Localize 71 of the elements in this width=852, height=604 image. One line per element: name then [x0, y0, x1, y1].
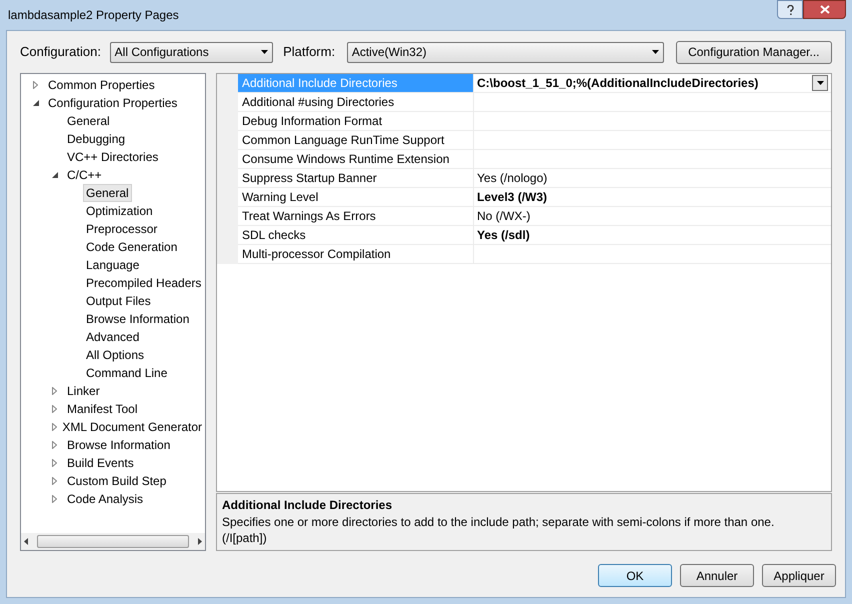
- collapsed-arrow-icon[interactable]: [52, 459, 57, 467]
- property-name[interactable]: Consume Windows Runtime Extension: [238, 150, 474, 168]
- dialog-button[interactable]: Annuler: [680, 564, 754, 587]
- tree-item[interactable]: XML Document Generator: [59, 418, 205, 436]
- expanded-arrow-icon[interactable]: [52, 172, 58, 178]
- tree-item[interactable]: Browse Information: [83, 310, 192, 328]
- tree-item[interactable]: Linker: [64, 382, 103, 400]
- tree-item[interactable]: VC++ Directories: [64, 148, 162, 166]
- platform-label: Platform:: [283, 43, 336, 62]
- property-value[interactable]: Yes (/sdl): [477, 226, 530, 244]
- tree-item[interactable]: Browse Information: [64, 436, 174, 454]
- tree-item[interactable]: Precompiled Headers: [83, 274, 204, 292]
- tree-item[interactable]: Command Line: [83, 364, 170, 382]
- collapsed-arrow-icon[interactable]: [52, 387, 57, 395]
- tree-item[interactable]: Language: [83, 256, 142, 274]
- configuration-manager-button[interactable]: Configuration Manager...: [676, 40, 832, 64]
- caret-icon: [261, 50, 268, 54]
- tree-item[interactable]: Code Generation: [83, 238, 180, 256]
- close-button[interactable]: [803, 0, 846, 19]
- tree-item[interactable]: Code Analysis: [64, 490, 146, 508]
- property-name[interactable]: Treat Warnings As Errors: [238, 207, 474, 225]
- configuration-label: Configuration:: [20, 43, 102, 62]
- platform-dropdown[interactable]: Active(Win32): [346, 42, 664, 62]
- collapsed-arrow-icon[interactable]: [52, 423, 57, 431]
- property-value[interactable]: Yes (/nologo): [477, 169, 548, 187]
- description-text: Specifies one or more directories to add to the include path; separate with semi-colons if more than one. (/I[path]): [222, 514, 776, 546]
- tree-item[interactable]: Output Files: [83, 292, 154, 310]
- dialog-button[interactable]: OK: [598, 564, 672, 587]
- tree-item[interactable]: General: [64, 112, 113, 130]
- tree-item[interactable]: Preprocessor: [83, 220, 160, 238]
- configuration-dropdown[interactable]: All Configurations: [110, 42, 274, 62]
- property-name[interactable]: Warning Level: [238, 188, 474, 206]
- help-button[interactable]: [777, 0, 803, 19]
- property-name[interactable]: Additional #using Directories: [238, 93, 474, 111]
- caret-icon: [652, 50, 659, 54]
- tree-item[interactable]: Manifest Tool: [64, 400, 140, 418]
- caret-icon: [816, 81, 824, 85]
- property-name[interactable]: Common Language RunTime Support: [238, 131, 474, 149]
- description-title: Additional Include Directories: [222, 497, 394, 514]
- tree-item[interactable]: C/C++: [64, 166, 105, 184]
- scroll-left-icon[interactable]: [24, 538, 28, 545]
- tree-item[interactable]: All Options: [83, 346, 148, 364]
- tree-item[interactable]: Common Properties: [45, 76, 158, 94]
- property-name[interactable]: SDL checks: [238, 226, 474, 244]
- collapsed-arrow-icon[interactable]: [33, 81, 38, 89]
- property-name[interactable]: Debug Information Format: [238, 112, 474, 130]
- collapsed-arrow-icon[interactable]: [52, 441, 57, 449]
- property-value[interactable]: Level3 (/W3): [477, 188, 548, 206]
- expanded-arrow-icon[interactable]: [33, 100, 39, 106]
- horizontal-scrollbar[interactable]: [21, 533, 205, 550]
- collapsed-arrow-icon[interactable]: [52, 405, 57, 413]
- collapsed-arrow-icon[interactable]: [52, 495, 57, 503]
- window-title: lambdasample2 Property Pages: [7, 7, 179, 24]
- question-mark-icon: [786, 4, 794, 14]
- tree-item[interactable]: Configuration Properties: [45, 94, 180, 112]
- property-value[interactable]: No (/WX-): [477, 207, 530, 225]
- tree-item[interactable]: Debugging: [64, 130, 128, 148]
- tree-item[interactable]: General: [83, 184, 132, 202]
- collapsed-arrow-icon[interactable]: [52, 477, 57, 485]
- scroll-right-icon[interactable]: [198, 538, 202, 545]
- property-name[interactable]: Suppress Startup Banner: [238, 169, 474, 187]
- tree-item[interactable]: Optimization: [83, 202, 156, 220]
- close-icon: [820, 5, 830, 14]
- property-name[interactable]: Multi-processor Compilation: [238, 245, 474, 263]
- scrollbar-thumb[interactable]: [37, 535, 189, 548]
- dialog-button[interactable]: Appliquer: [762, 564, 836, 587]
- dropdown-button[interactable]: [812, 75, 828, 91]
- tree-item[interactable]: Build Events: [64, 454, 137, 472]
- tree-item[interactable]: Advanced: [83, 328, 142, 346]
- tree-item[interactable]: Custom Build Step: [64, 472, 170, 490]
- property-value[interactable]: C:\boost_1_51_0;%(AdditionalIncludeDirectories): [477, 74, 758, 92]
